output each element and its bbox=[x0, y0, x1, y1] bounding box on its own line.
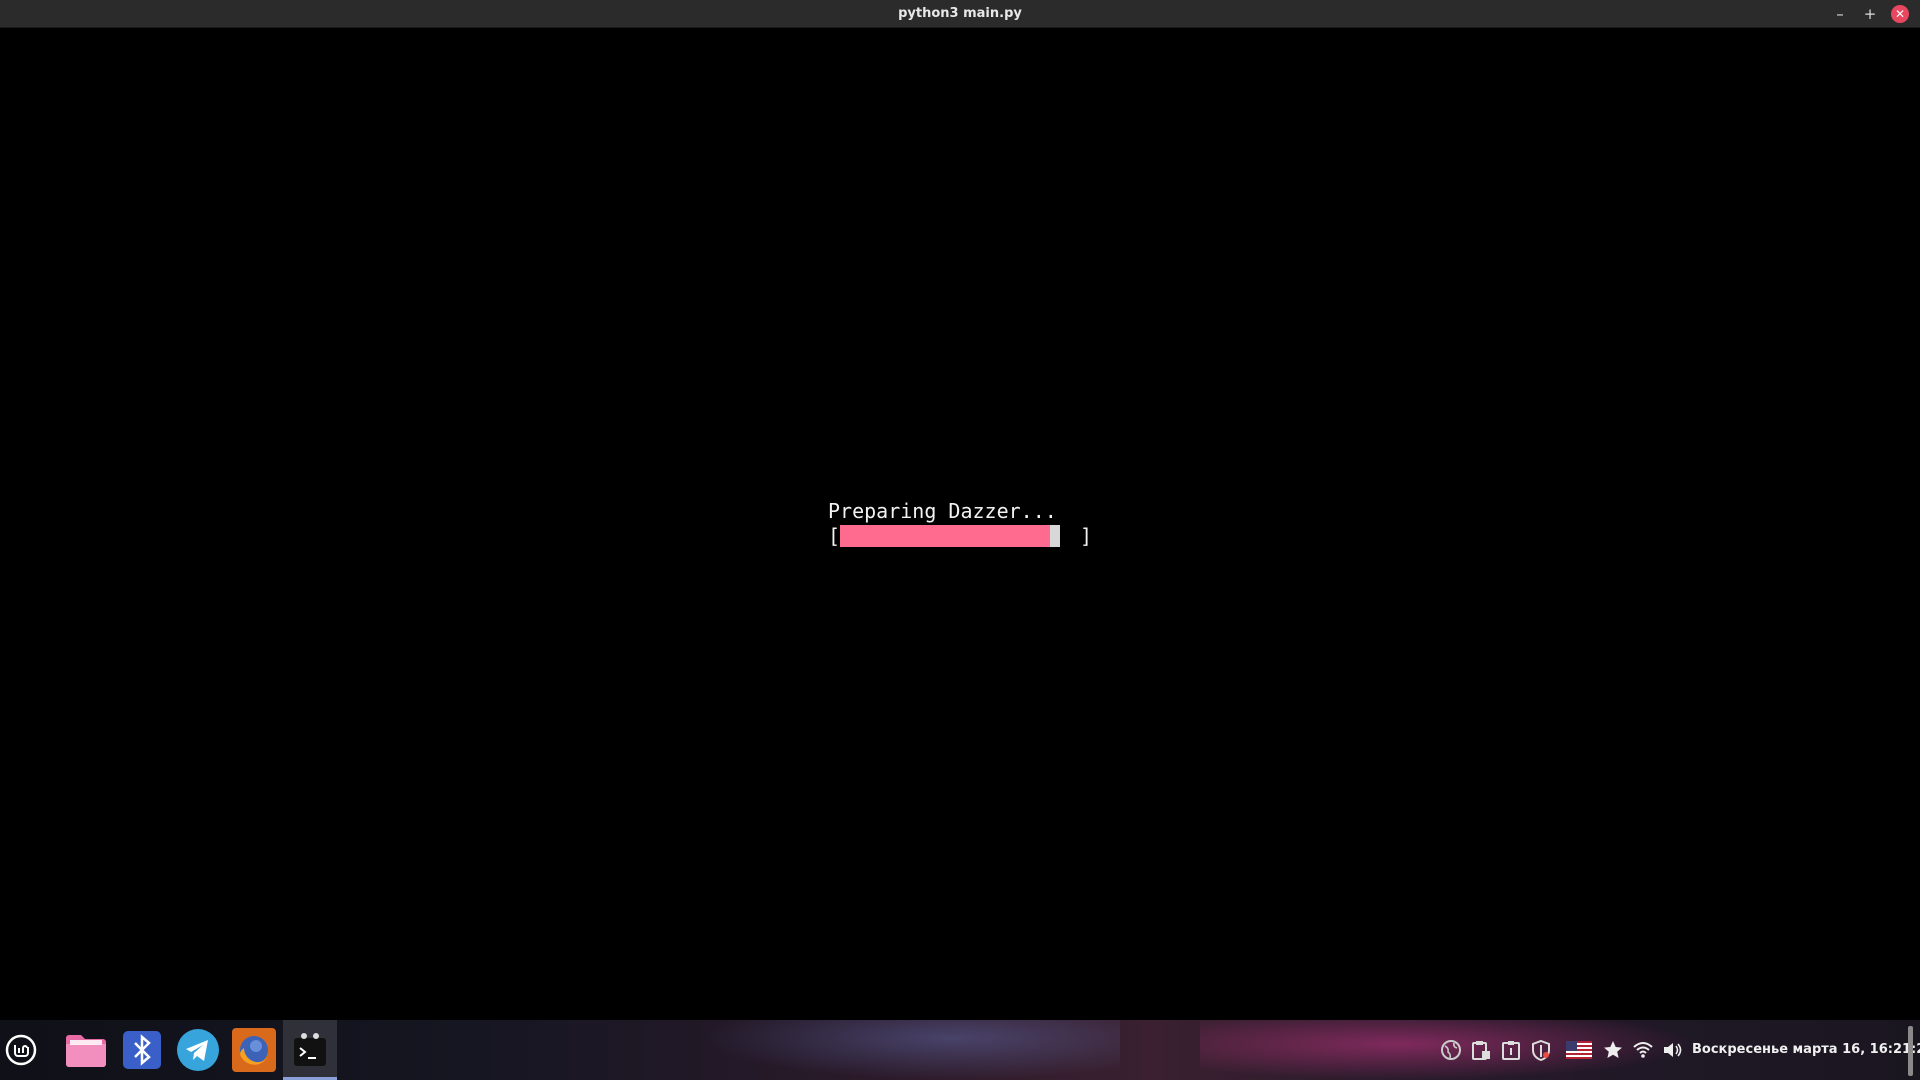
update-shield-icon bbox=[1502, 1041, 1520, 1060]
minimize-icon: – bbox=[1836, 5, 1844, 23]
taskbar-firefox[interactable] bbox=[230, 1026, 278, 1074]
wifi-icon bbox=[1633, 1042, 1653, 1058]
minimize-button[interactable]: – bbox=[1831, 5, 1849, 23]
us-flag-icon bbox=[1566, 1041, 1592, 1059]
menu-button[interactable] bbox=[0, 1026, 45, 1074]
tray-update-manager[interactable] bbox=[1498, 1020, 1524, 1080]
star-icon bbox=[1604, 1041, 1622, 1058]
terminal-area[interactable]: Preparing Dazzer... [ ] bbox=[0, 28, 1920, 1020]
wallpaper-glow-blue bbox=[700, 1020, 1120, 1080]
panel-handle[interactable] bbox=[1908, 1026, 1913, 1076]
close-icon: ✕ bbox=[1894, 7, 1906, 21]
tray-volume[interactable] bbox=[1659, 1020, 1685, 1080]
firefox-icon bbox=[232, 1028, 276, 1072]
terminal-icon bbox=[294, 1033, 326, 1066]
clipboard-icon bbox=[1472, 1041, 1490, 1060]
maximize-icon: + bbox=[1863, 5, 1877, 23]
tray-favorites[interactable] bbox=[1600, 1020, 1626, 1080]
loading-message: Preparing Dazzer... bbox=[828, 499, 1057, 523]
maximize-button[interactable]: + bbox=[1861, 5, 1879, 23]
window-titlebar[interactable]: python3 main.py – + ✕ bbox=[0, 0, 1920, 28]
taskbar-telegram[interactable] bbox=[174, 1026, 222, 1074]
telegram-icon bbox=[177, 1029, 219, 1071]
progress-bracket-open: [ bbox=[828, 524, 841, 548]
progress-fill bbox=[840, 525, 1050, 547]
tray-keyboard-layout[interactable] bbox=[1565, 1020, 1593, 1080]
globe-icon bbox=[1441, 1040, 1461, 1060]
taskbar-bluetooth[interactable] bbox=[118, 1026, 166, 1074]
tray-network[interactable] bbox=[1438, 1020, 1464, 1080]
terminal-cursor bbox=[1050, 525, 1060, 547]
progress-bar bbox=[840, 525, 1068, 547]
bluetooth-icon bbox=[123, 1031, 161, 1069]
close-button[interactable]: ✕ bbox=[1891, 5, 1909, 23]
taskbar: Воскресенье марта 16, 16:21:27 bbox=[0, 1020, 1920, 1080]
tray-security[interactable] bbox=[1528, 1020, 1554, 1080]
folder-icon bbox=[66, 1035, 106, 1067]
progress-bracket-close: ] bbox=[1080, 524, 1093, 548]
clock[interactable]: Воскресенье марта 16, 16:21:27 bbox=[1692, 1020, 1920, 1080]
taskbar-files[interactable] bbox=[62, 1026, 110, 1074]
tray-clipboard[interactable] bbox=[1468, 1020, 1494, 1080]
taskbar-terminal[interactable] bbox=[286, 1026, 334, 1074]
tray-wifi[interactable] bbox=[1630, 1020, 1656, 1080]
shield-icon bbox=[1532, 1039, 1550, 1061]
linux-mint-logo-icon bbox=[5, 1034, 37, 1066]
volume-icon bbox=[1664, 1043, 1682, 1057]
window-title: python3 main.py bbox=[898, 6, 1022, 21]
